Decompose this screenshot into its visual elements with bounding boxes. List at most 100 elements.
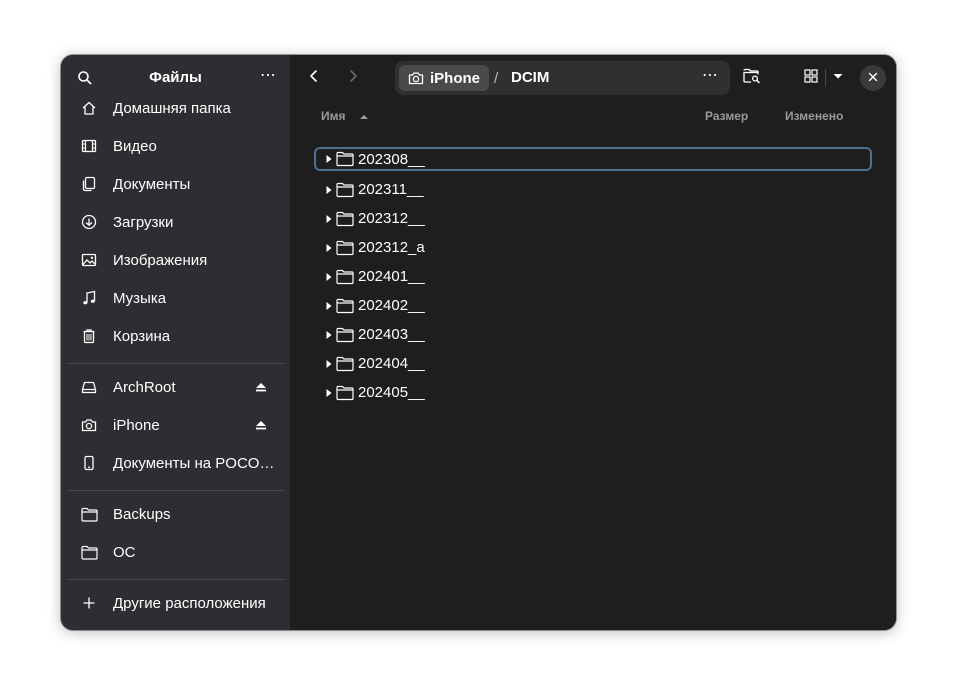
folder-icon: [336, 298, 354, 314]
close-button[interactable]: [860, 65, 886, 91]
folder-icon: [336, 240, 354, 256]
expand-arrow-icon[interactable]: [324, 388, 334, 398]
sidebar-item-label: Другие расположения: [113, 594, 266, 612]
sidebar-item-iphone[interactable]: iPhone: [69, 408, 282, 442]
plus-icon: [80, 594, 98, 612]
column-header-name[interactable]: Имя: [321, 109, 369, 124]
chevron-left-icon: [306, 68, 322, 89]
sidebar-item-archroot[interactable]: ArchRoot: [69, 370, 282, 404]
breadcrumb-iphone[interactable]: iPhone: [399, 65, 489, 91]
file-row[interactable]: 202312__: [315, 206, 871, 231]
file-row[interactable]: 202404__: [315, 351, 871, 376]
breadcrumb-dcim[interactable]: DCIM: [511, 69, 549, 86]
view-grid-button[interactable]: [794, 64, 828, 92]
sidebar-item-label: OC: [113, 543, 136, 561]
folder-icon: [336, 151, 354, 167]
pictures-icon: [80, 251, 98, 269]
column-header-size[interactable]: Размер: [705, 109, 748, 123]
expand-arrow-icon[interactable]: [324, 272, 334, 282]
file-name: 202312_a: [358, 239, 425, 256]
sidebar-item-home[interactable]: Домашняя папка: [69, 91, 282, 125]
sidebar-item-label: Музыка: [113, 289, 167, 307]
file-name: 202402__: [358, 297, 425, 314]
sidebar-item-downloads[interactable]: Загрузки: [69, 205, 282, 239]
sidebar-item-label: ArchRoot: [113, 378, 176, 396]
close-icon: [868, 69, 878, 87]
breadcrumb-label: iPhone: [430, 69, 481, 87]
file-row[interactable]: 202402__: [315, 293, 871, 318]
sidebar-item-other-locations[interactable]: Другие расположения: [69, 586, 282, 620]
expand-arrow-icon[interactable]: [324, 301, 334, 311]
file-row[interactable]: 202403__: [315, 322, 871, 347]
grid-icon: [803, 68, 819, 89]
expand-arrow-icon[interactable]: [324, 359, 334, 369]
file-row[interactable]: 202405__: [315, 380, 871, 405]
folder-icon: [336, 269, 354, 285]
expand-arrow-icon[interactable]: [324, 243, 334, 253]
sidebar-separator: [67, 490, 285, 491]
file-name: 202403__: [358, 326, 425, 343]
path-menu-button[interactable]: ⋯: [698, 66, 722, 90]
chevron-down-icon: [832, 69, 844, 87]
documents-icon: [80, 175, 98, 193]
file-name: 202405__: [358, 384, 425, 401]
folder-icon: [336, 211, 354, 227]
sidebar-item-label: Документы на POCO F5: [113, 454, 277, 472]
sidebar-item-music[interactable]: Музыка: [69, 281, 282, 315]
column-header-label: Имя: [321, 109, 346, 123]
back-button[interactable]: [297, 64, 331, 92]
sort-ascending-icon: [359, 110, 369, 124]
chevron-right-icon: [345, 68, 361, 89]
file-name: 202308__: [358, 150, 425, 168]
sidebar-item-trash[interactable]: Корзина: [69, 319, 282, 353]
sidebar-item-oc[interactable]: OC: [69, 535, 282, 569]
folder-icon: [336, 327, 354, 343]
expand-arrow-icon[interactable]: [324, 185, 334, 195]
forward-button[interactable]: [336, 64, 370, 92]
sidebar-item-label: Backups: [113, 505, 171, 523]
sidebar-item-video[interactable]: Видео: [69, 129, 282, 163]
sidebar-item-label: Видео: [113, 137, 157, 155]
sidebar-item-label: Корзина: [113, 327, 171, 345]
column-header-modified[interactable]: Изменено: [785, 109, 843, 123]
folder-icon: [80, 543, 98, 561]
sidebar-item-poco-documents[interactable]: Документы на POCO F5: [69, 446, 282, 480]
file-name: 202312__: [358, 210, 425, 227]
trash-icon: [80, 327, 98, 345]
downloads-icon: [80, 213, 98, 231]
file-row[interactable]: 202401__: [315, 264, 871, 289]
expand-arrow-icon[interactable]: [324, 330, 334, 340]
music-icon: [80, 289, 98, 307]
sidebar-item-backups[interactable]: Backups: [69, 497, 282, 531]
main-pane: iPhone / DCIM ⋯ Имя Размер Изменено 2023…: [290, 55, 896, 630]
path-bar: iPhone / DCIM ⋯: [395, 61, 730, 95]
sidebar-menu-button[interactable]: ⋯: [255, 66, 281, 90]
file-row[interactable]: 202311__: [315, 177, 871, 202]
drive-icon: [80, 378, 98, 396]
sidebar-item-documents[interactable]: Документы: [69, 167, 282, 201]
toolbar-divider: [825, 69, 826, 87]
file-row[interactable]: 202308__: [314, 147, 872, 171]
breadcrumb-separator: /: [494, 70, 499, 87]
sidebar-item-label: Документы: [113, 175, 191, 193]
home-icon: [80, 99, 98, 117]
sidebar: Файлы ⋯ Домашняя папка Видео Документы З…: [61, 55, 290, 630]
folder-icon: [336, 182, 354, 198]
camera-icon: [80, 416, 98, 434]
sidebar-item-label: Изображения: [113, 251, 208, 269]
file-name: 202311__: [358, 181, 424, 198]
eject-icon[interactable]: [254, 418, 268, 432]
expand-arrow-icon[interactable]: [324, 214, 334, 224]
file-name: 202404__: [358, 355, 425, 372]
folder-icon: [336, 356, 354, 372]
expand-arrow-icon[interactable]: [324, 154, 334, 164]
video-icon: [80, 137, 98, 155]
file-row[interactable]: 202312_a: [315, 235, 871, 260]
folder-icon: [80, 505, 98, 523]
phone-icon: [80, 454, 98, 472]
view-options-dropdown[interactable]: [828, 64, 848, 92]
search-folder-button[interactable]: [735, 64, 769, 92]
sidebar-item-pictures[interactable]: Изображения: [69, 243, 282, 277]
eject-icon[interactable]: [254, 380, 268, 394]
sidebar-separator: [67, 363, 285, 364]
